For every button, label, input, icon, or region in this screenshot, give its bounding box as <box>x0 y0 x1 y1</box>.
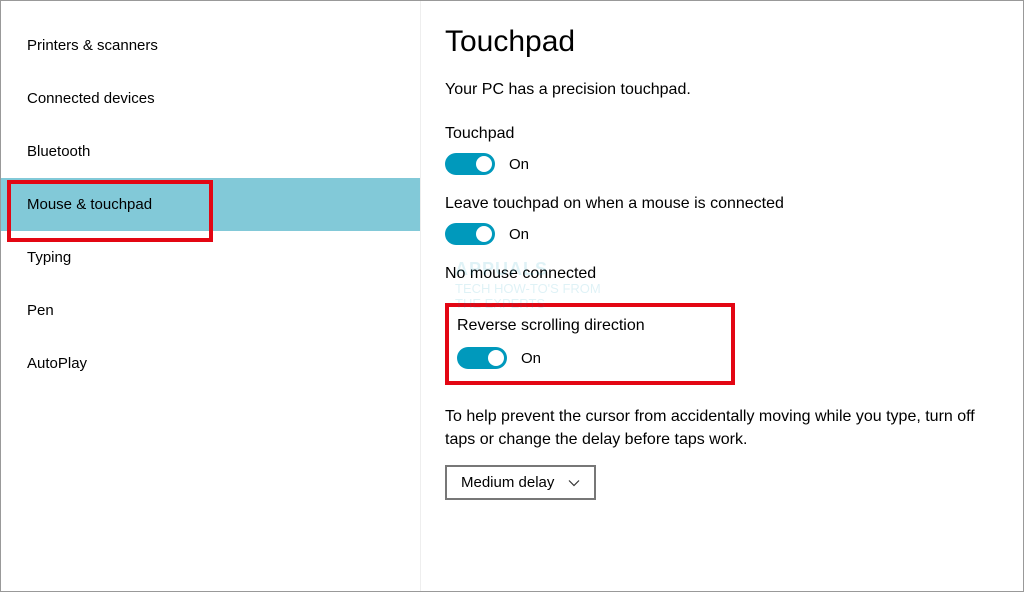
reverse-scrolling-setting: Reverse scrolling direction On <box>445 303 735 385</box>
leave-on-toggle[interactable] <box>445 223 495 245</box>
toggle-knob <box>488 350 504 366</box>
leave-on-label: Leave touchpad on when a mouse is connec… <box>445 195 999 213</box>
sidebar-item-label: Bluetooth <box>27 143 90 160</box>
sidebar-item-mouse-touchpad[interactable]: Mouse & touchpad <box>1 178 420 231</box>
page-description: Your PC has a precision touchpad. <box>445 81 999 99</box>
leave-on-setting: Leave touchpad on when a mouse is connec… <box>445 195 999 245</box>
reverse-scrolling-toggle-state: On <box>521 350 541 367</box>
tap-delay-help-text: To help prevent the cursor from accident… <box>445 405 985 451</box>
leave-on-toggle-state: On <box>509 226 529 243</box>
sidebar-item-label: Typing <box>27 249 71 266</box>
sidebar-item-label: Pen <box>27 302 54 319</box>
toggle-knob <box>476 156 492 172</box>
touchpad-label: Touchpad <box>445 125 999 143</box>
sidebar-item-typing[interactable]: Typing <box>1 231 420 284</box>
sidebar-item-connected-devices[interactable]: Connected devices <box>1 72 420 125</box>
touchpad-setting: Touchpad On <box>445 125 999 175</box>
sidebar-item-label: AutoPlay <box>27 355 87 372</box>
reverse-scrolling-toggle[interactable] <box>457 347 507 369</box>
sidebar-item-printers-scanners[interactable]: Printers & scanners <box>1 19 420 72</box>
touchpad-toggle[interactable] <box>445 153 495 175</box>
sidebar-item-label: Connected devices <box>27 90 155 107</box>
sidebar-item-bluetooth[interactable]: Bluetooth <box>1 125 420 178</box>
chevron-down-icon <box>568 477 580 489</box>
settings-sidebar: Printers & scanners Connected devices Bl… <box>1 1 421 591</box>
tap-delay-selected: Medium delay <box>461 474 554 491</box>
sidebar-item-label: Printers & scanners <box>27 37 158 54</box>
page-title: Touchpad <box>445 25 999 59</box>
sidebar-item-autoplay[interactable]: AutoPlay <box>1 337 420 390</box>
touchpad-toggle-state: On <box>509 156 529 173</box>
mouse-status: No mouse connected <box>445 265 999 283</box>
sidebar-item-label: Mouse & touchpad <box>27 196 152 213</box>
main-content: Touchpad Your PC has a precision touchpa… <box>421 1 1023 591</box>
tap-delay-dropdown[interactable]: Medium delay <box>445 465 596 500</box>
toggle-knob <box>476 226 492 242</box>
reverse-scrolling-label: Reverse scrolling direction <box>457 317 723 335</box>
sidebar-item-pen[interactable]: Pen <box>1 284 420 337</box>
